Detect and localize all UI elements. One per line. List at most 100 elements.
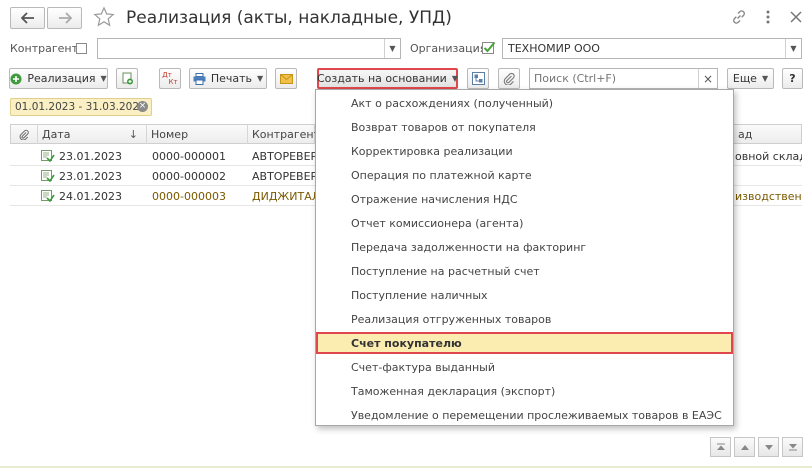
row-counterparty: АВТОРЕВЕРС bbox=[252, 169, 315, 183]
menu-item[interactable]: Реализация отгруженных товаров bbox=[316, 308, 733, 330]
forward-button[interactable] bbox=[47, 7, 82, 29]
column-counterparty-label: Контрагент bbox=[252, 127, 321, 141]
favorite-star-icon[interactable] bbox=[93, 6, 115, 31]
row-counterparty: АВТОРЕВЕРС bbox=[252, 149, 315, 163]
organization-checkbox[interactable] bbox=[482, 41, 496, 54]
menu-item[interactable]: Отражение начисления НДС bbox=[316, 188, 733, 210]
period-filter[interactable]: 01.01.2023 - 31.03.2023 × bbox=[10, 98, 152, 116]
menu-item[interactable]: Поступление наличных bbox=[316, 284, 733, 306]
row-date: 23.01.2023 bbox=[59, 149, 122, 163]
document-structure-button[interactable] bbox=[467, 68, 489, 89]
kt-label: Кт bbox=[168, 77, 178, 86]
row-warehouse: овной склад bbox=[735, 149, 802, 163]
search-input[interactable]: × bbox=[529, 68, 718, 89]
menu-item[interactable]: Счет-фактура выданный bbox=[316, 356, 733, 378]
posted-document-icon bbox=[41, 150, 55, 162]
print-button[interactable]: Печать ▼ bbox=[189, 68, 267, 89]
copy-document-icon bbox=[122, 72, 133, 85]
page-up-icon bbox=[740, 444, 749, 450]
counterparty-label: Контрагент: bbox=[10, 42, 82, 55]
plus-circle-icon bbox=[10, 73, 22, 84]
send-email-button[interactable] bbox=[275, 68, 297, 89]
link-icon[interactable] bbox=[731, 9, 747, 28]
envelope-icon bbox=[279, 73, 293, 84]
help-button[interactable]: ? bbox=[782, 68, 803, 89]
create-based-on-button[interactable]: Создать на основании ▼ bbox=[317, 68, 458, 89]
bottom-status-line bbox=[0, 466, 812, 468]
print-label: Печать bbox=[210, 72, 252, 85]
menu-item[interactable]: Возврат товаров от покупателя bbox=[316, 116, 733, 138]
last-page-icon bbox=[788, 444, 797, 451]
arrow-right-icon bbox=[58, 12, 72, 24]
more-actions-label: Еще bbox=[732, 72, 757, 85]
row-number: 0000-000001 bbox=[152, 149, 226, 163]
page-title: Реализация (акты, накладные, УПД) bbox=[126, 8, 452, 28]
chevron-down-icon: ▼ bbox=[100, 74, 107, 83]
row-date: 24.01.2023 bbox=[59, 189, 122, 203]
first-page-button[interactable] bbox=[710, 437, 731, 457]
row-number: 0000-000002 bbox=[152, 169, 226, 183]
column-warehouse[interactable]: ад bbox=[734, 124, 802, 144]
paperclip-icon bbox=[503, 72, 515, 85]
organization-value: ТЕХНОМИР ООО bbox=[508, 42, 600, 55]
row-number: 0000-000003 bbox=[152, 189, 226, 203]
create-realization-button[interactable]: Реализация ▼ bbox=[9, 68, 108, 89]
chevron-down-icon: ▼ bbox=[761, 74, 769, 83]
column-counterparty[interactable]: Контрагент bbox=[248, 124, 320, 144]
organization-label: Организация: bbox=[410, 42, 491, 55]
column-attachments[interactable] bbox=[11, 124, 38, 144]
period-label: 01.01.2023 - 31.03.2023 bbox=[15, 101, 146, 113]
arrow-left-icon bbox=[20, 12, 34, 24]
copy-document-button[interactable] bbox=[116, 68, 138, 89]
menu-item[interactable]: Таможенная декларация (экспорт) bbox=[316, 380, 733, 402]
printer-icon bbox=[193, 72, 206, 85]
chevron-down-icon[interactable]: ▼ bbox=[384, 39, 400, 58]
check-icon bbox=[482, 41, 496, 54]
row-counterparty: ДИДЖИТАЛ bbox=[252, 189, 315, 203]
first-page-icon bbox=[716, 443, 725, 450]
organization-field[interactable]: ТЕХНОМИР ООО ▼ bbox=[502, 38, 802, 59]
menu-item[interactable]: Уведомление о перемещении прослеживаемых… bbox=[316, 404, 733, 426]
chevron-down-icon: ▼ bbox=[257, 74, 264, 83]
row-warehouse: изводствен... bbox=[735, 189, 802, 203]
page-up-button[interactable] bbox=[734, 437, 755, 457]
counterparty-field[interactable]: ▼ bbox=[97, 38, 401, 59]
create-based-on-label: Создать на основании bbox=[317, 72, 447, 85]
help-label: ? bbox=[789, 72, 796, 85]
last-page-button[interactable] bbox=[782, 437, 803, 457]
column-date[interactable]: Дата ↓ bbox=[38, 124, 147, 144]
chevron-down-icon[interactable]: ▼ bbox=[785, 39, 801, 58]
create-based-on-menu: Акт о расхождениях (полученный) Возврат … bbox=[315, 89, 734, 426]
menu-item-selected[interactable]: Счет покупателю bbox=[316, 332, 733, 354]
menu-item[interactable]: Передача задолженности на факторинг bbox=[316, 236, 733, 258]
page-down-button[interactable] bbox=[758, 437, 779, 457]
close-icon[interactable] bbox=[790, 11, 802, 26]
create-realization-label: Реализация bbox=[27, 72, 96, 85]
attach-file-button[interactable] bbox=[498, 68, 520, 89]
page-down-icon bbox=[764, 444, 773, 450]
menu-item[interactable]: Акт о расхождениях (полученный) bbox=[316, 92, 733, 114]
dt-kt-button[interactable]: Дт Кт bbox=[159, 68, 181, 89]
search-field[interactable] bbox=[530, 71, 701, 86]
menu-item[interactable]: Корректировка реализации bbox=[316, 140, 733, 162]
sort-arrow-down-icon: ↓ bbox=[128, 127, 138, 141]
menu-item[interactable]: Операция по платежной карте bbox=[316, 164, 733, 186]
menu-item[interactable]: Поступление на расчетный счет bbox=[316, 260, 733, 282]
paperclip-icon bbox=[19, 129, 29, 140]
structure-icon bbox=[471, 72, 485, 85]
column-number-label: Номер bbox=[151, 127, 189, 141]
posted-document-icon bbox=[41, 170, 55, 182]
search-clear-icon[interactable]: × bbox=[698, 69, 717, 88]
row-date: 23.01.2023 bbox=[59, 169, 122, 183]
column-warehouse-label: ад bbox=[738, 127, 753, 141]
more-actions-button[interactable]: Еще ▼ bbox=[727, 68, 774, 89]
column-number[interactable]: Номер bbox=[147, 124, 248, 144]
posted-document-icon bbox=[41, 190, 55, 202]
counterparty-checkbox[interactable] bbox=[76, 43, 87, 54]
more-vertical-icon[interactable] bbox=[765, 9, 771, 28]
menu-item[interactable]: Отчет комиссионера (агента) bbox=[316, 212, 733, 234]
period-clear-icon[interactable]: × bbox=[137, 101, 148, 112]
row-warehouse bbox=[735, 166, 802, 186]
chevron-down-icon: ▼ bbox=[451, 74, 458, 83]
back-button[interactable] bbox=[10, 7, 45, 29]
